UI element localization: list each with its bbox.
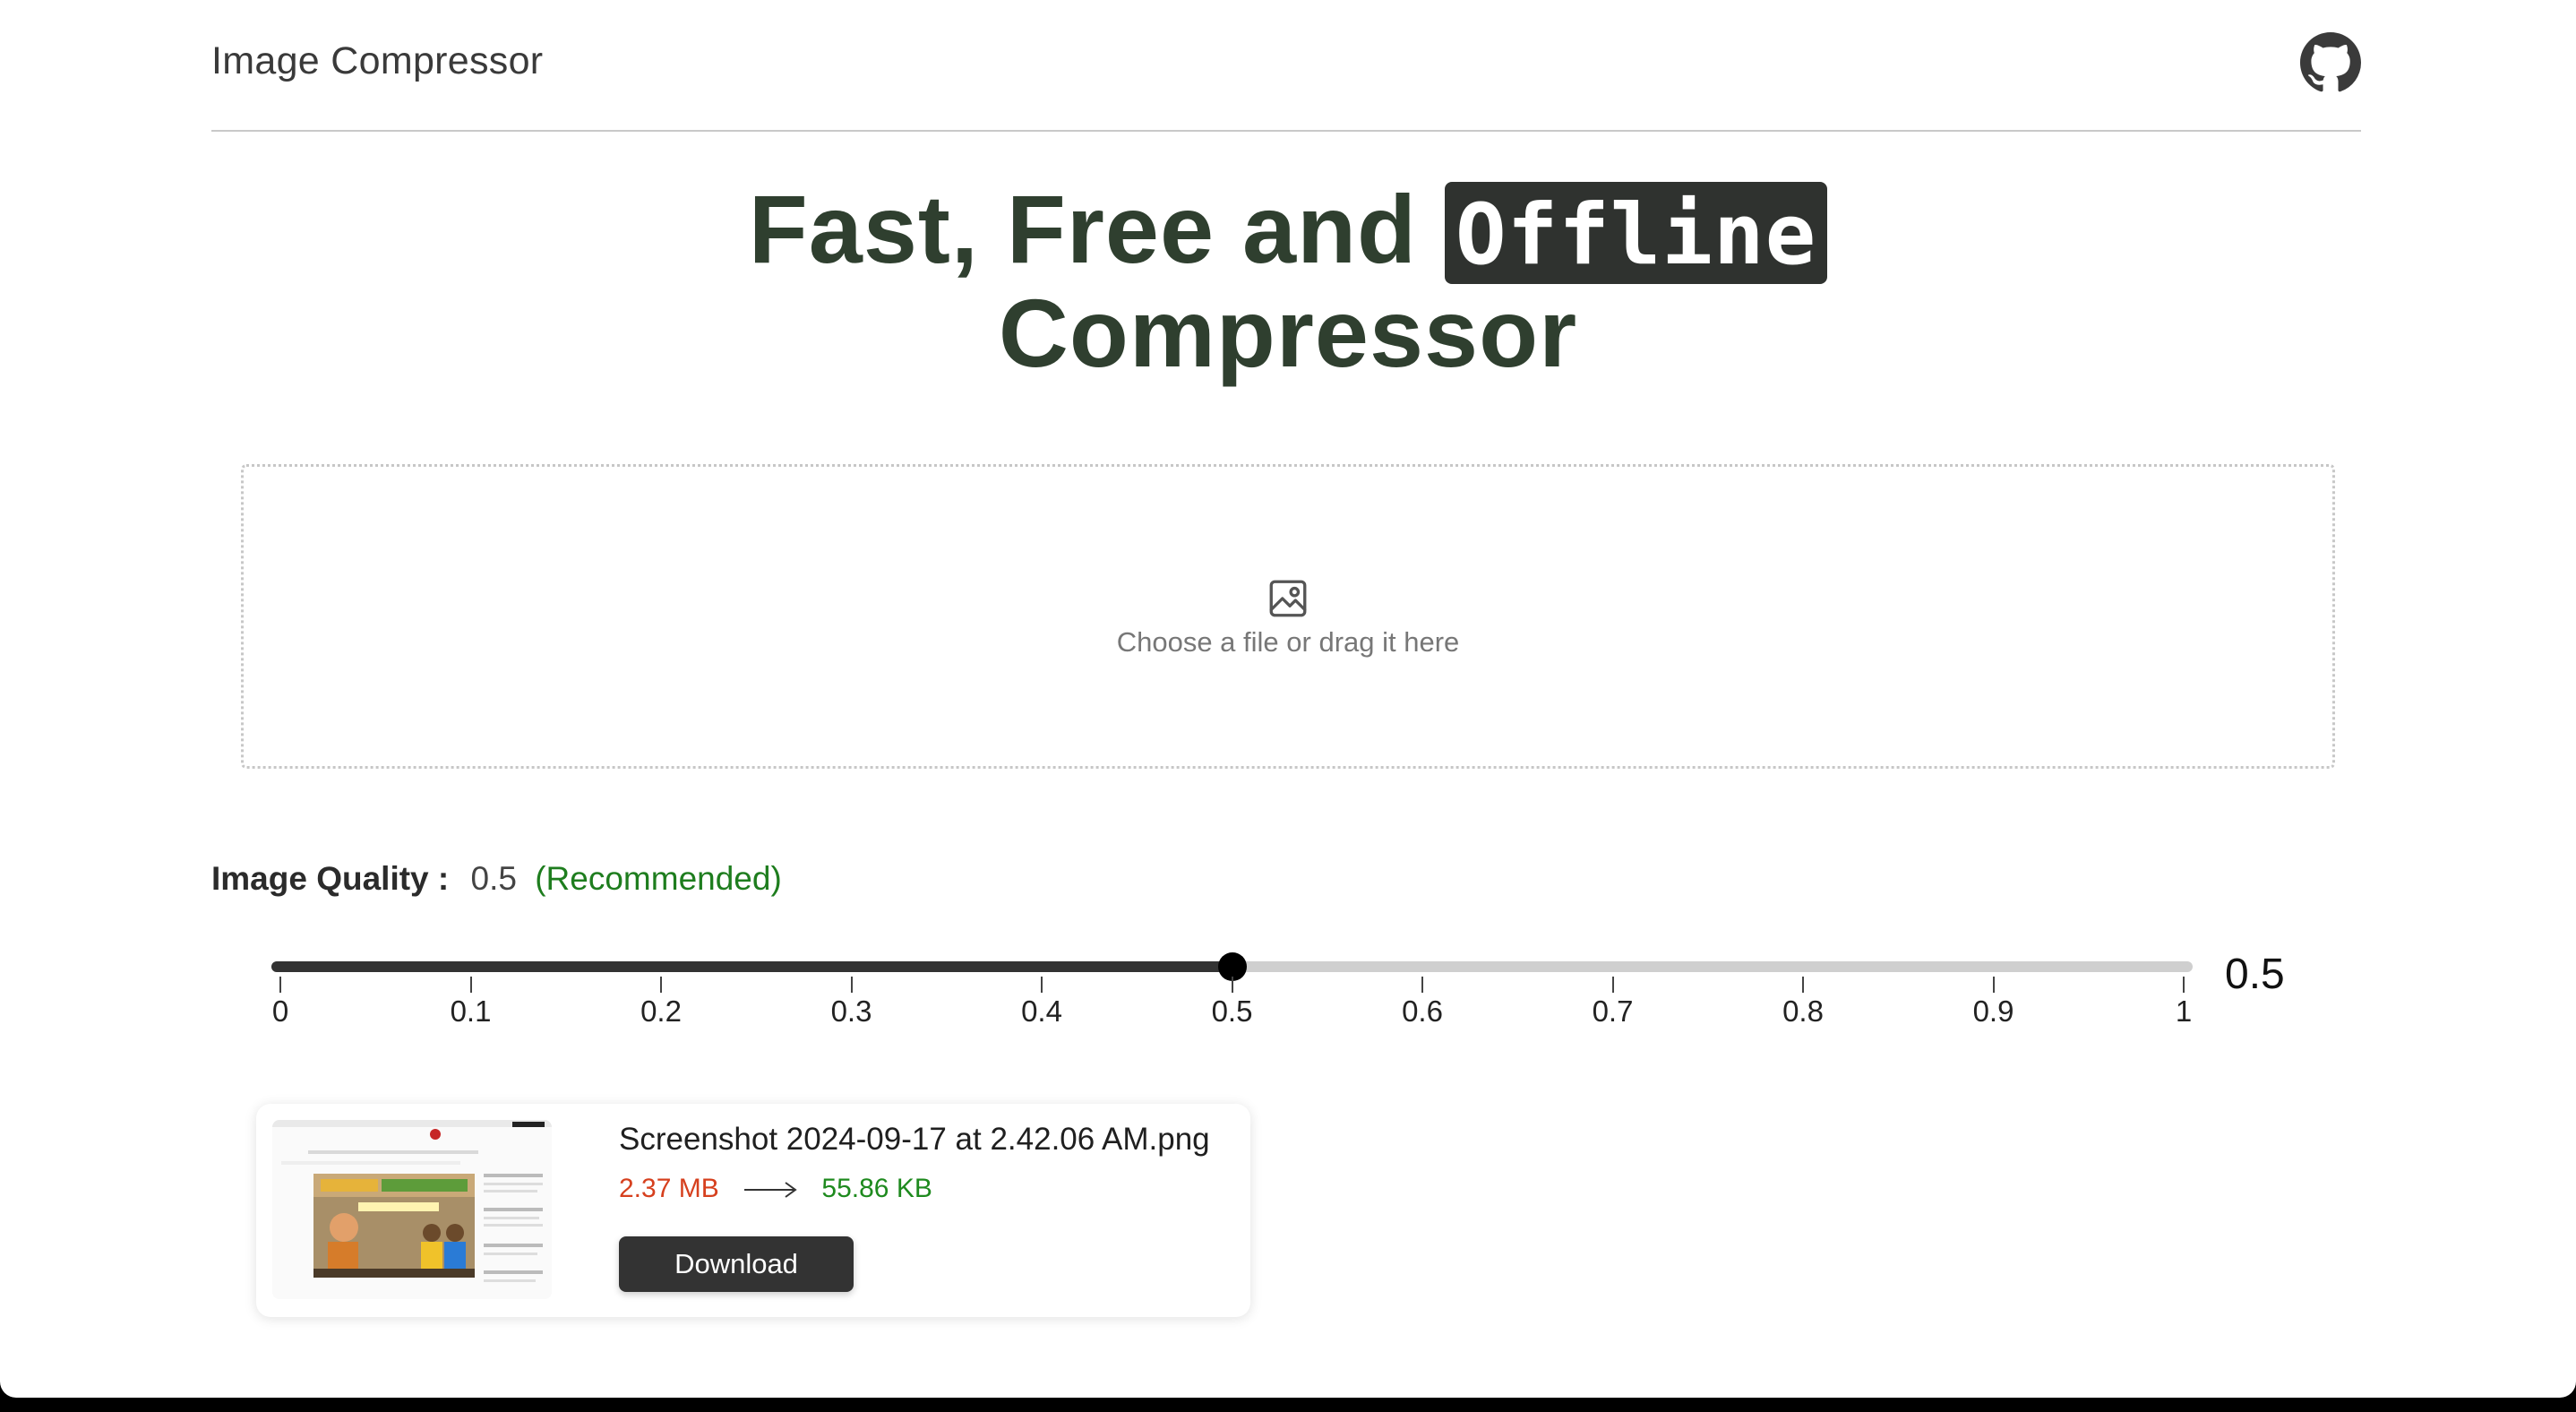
slider-tick-label: 0.5	[1211, 994, 1253, 1028]
slider-tick-label: 0.7	[1592, 994, 1634, 1028]
hero-line-2: Compressor	[998, 279, 1578, 388]
slider-tick-label: 1	[2175, 994, 2193, 1028]
slider-tick	[1231, 977, 1233, 993]
page: Image Compressor Fast, Free and Offline …	[0, 0, 2576, 1398]
file-name: Screenshot 2024-09-17 at 2.42.06 AM.png	[619, 1122, 1210, 1157]
slider-tick-label: 0.8	[1782, 994, 1824, 1028]
slider-track-fill	[271, 961, 1232, 972]
slider-tick-label: 0.9	[1972, 994, 2014, 1028]
thumbnail-image	[272, 1120, 552, 1299]
arrow-right-icon	[744, 1182, 797, 1198]
slider-tick-label: 0	[271, 994, 289, 1028]
quality-label: Image Quality :	[211, 860, 450, 897]
image-icon	[1269, 580, 1307, 617]
slider-tick-label: 0.1	[450, 994, 492, 1028]
slider-tick	[1041, 977, 1043, 993]
compressed-size: 55.86 KB	[821, 1174, 932, 1203]
slider-tick	[1992, 977, 1995, 993]
quality-row: Image Quality : 0.5 (Recommended)	[211, 860, 782, 898]
dropzone-text: Choose a file or drag it here	[1116, 626, 1460, 658]
hero-text: Fast, Free and	[748, 175, 1418, 283]
hero-heading: Fast, Free and Offline Compressor	[0, 181, 2576, 388]
slider-tick	[279, 977, 281, 993]
hero-line-1: Fast, Free and Offline	[0, 181, 2576, 288]
slider-tick-label: 0.6	[1402, 994, 1443, 1028]
header: Image Compressor	[211, 0, 2361, 132]
slider-tick	[1802, 977, 1804, 993]
offline-badge: Offline	[1445, 182, 1828, 285]
original-size: 2.37 MB	[619, 1174, 719, 1203]
slider-tick	[660, 977, 662, 993]
slider-tick	[1611, 977, 1614, 993]
quality-slider[interactable]: 0 0.1 0.2 0.3 0.4 0.5 0.6 0.7 0.8 0.9 1	[271, 952, 2193, 1039]
slider-tick	[850, 977, 853, 993]
quality-recommendation: (Recommended)	[535, 860, 782, 897]
quality-value: 0.5	[470, 860, 517, 897]
github-icon[interactable]	[2300, 32, 2361, 93]
result-card: Screenshot 2024-09-17 at 2.42.06 AM.png …	[256, 1104, 1250, 1317]
image-thumbnail	[272, 1120, 552, 1299]
slider-tick-label: 0.3	[830, 994, 872, 1028]
slider-readout: 0.5	[2225, 951, 2285, 998]
slider-tick-label: 0.2	[640, 994, 682, 1028]
slider-tick-label: 0.4	[1021, 994, 1062, 1028]
slider-tick	[1421, 977, 1423, 993]
app-title: Image Compressor	[211, 39, 544, 82]
download-button[interactable]: Download	[619, 1236, 854, 1292]
slider-tick	[469, 977, 472, 993]
file-dropzone[interactable]: Choose a file or drag it here	[241, 464, 2335, 769]
size-comparison: 2.37 MB 55.86 KB	[619, 1174, 932, 1204]
slider-tick	[2183, 977, 2185, 993]
